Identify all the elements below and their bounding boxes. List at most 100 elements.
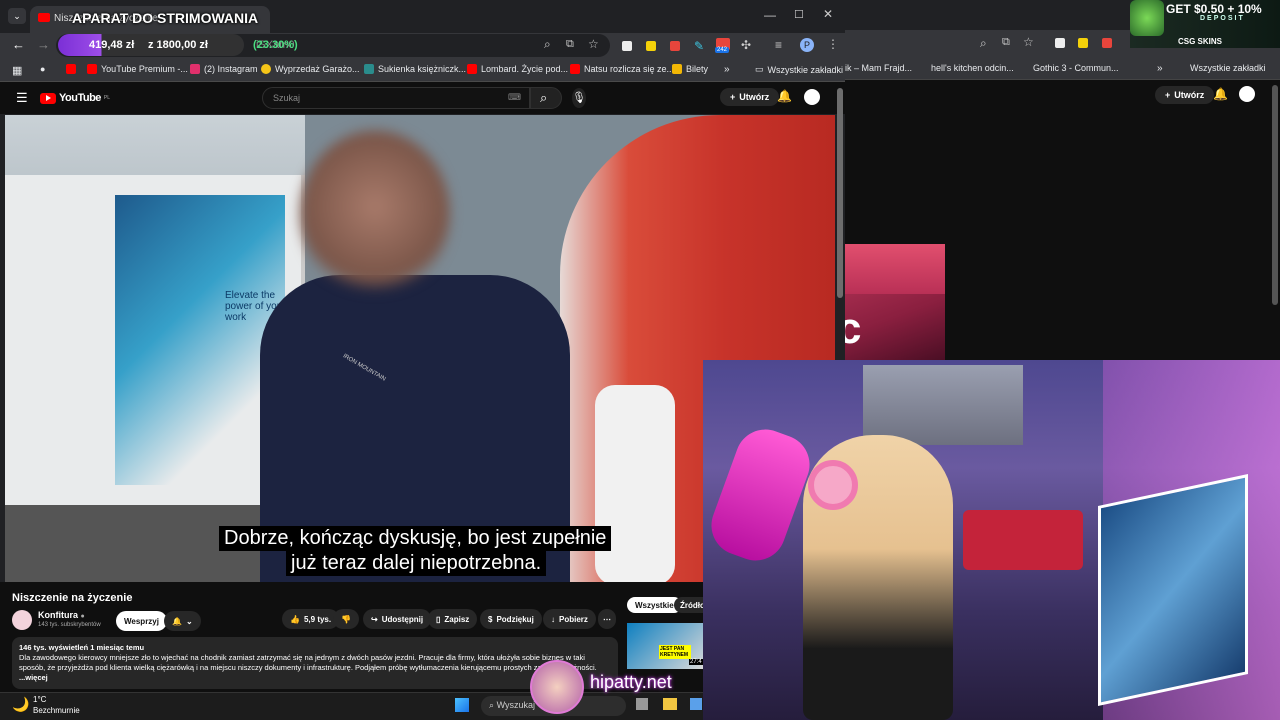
- search-button[interactable]: ⌕: [530, 87, 562, 109]
- bg-scrollbar[interactable]: [1272, 85, 1278, 305]
- bookmark-label: Sukienka księżniczk...: [378, 64, 467, 74]
- zoom-icon[interactable]: ⌕: [544, 37, 551, 52]
- app-icon[interactable]: [690, 698, 702, 710]
- more-actions-button[interactable]: ⋯: [598, 609, 616, 629]
- menu-icon[interactable]: ⋮: [827, 37, 839, 51]
- share-label: Udostępnij: [381, 614, 424, 624]
- verified-icon: ●: [80, 613, 85, 620]
- dislike-button[interactable]: 👎: [333, 609, 359, 629]
- bell-icon[interactable]: 🔔: [777, 89, 792, 103]
- extension-icon[interactable]: [1055, 38, 1065, 48]
- install-icon[interactable]: ⧉: [566, 38, 574, 51]
- more-link[interactable]: ...więcej: [19, 673, 611, 683]
- profile-avatar[interactable]: P: [800, 38, 814, 52]
- weather-icon[interactable]: 🌙: [12, 696, 29, 713]
- blurred-face: [300, 130, 450, 300]
- temperature: 1°C: [33, 695, 47, 704]
- download-label: Pobierz: [559, 614, 588, 624]
- install-icon[interactable]: ⧉: [1002, 36, 1010, 49]
- like-button[interactable]: 👍 5,9 tys.: [282, 609, 340, 629]
- download-icon: ↓: [551, 614, 555, 624]
- extension-icon[interactable]: [1078, 38, 1088, 48]
- page-scrollbar[interactable]: [837, 88, 843, 298]
- apps-icon[interactable]: ▦: [12, 64, 22, 77]
- forward-icon[interactable]: →: [37, 37, 50, 52]
- chevron-right-icon[interactable]: »: [1157, 63, 1163, 74]
- webcam-feed: [703, 360, 1280, 720]
- star-icon[interactable]: ☆: [588, 37, 599, 51]
- keyboard-icon[interactable]: ⌨: [508, 92, 521, 103]
- suggested-video-thumbnail[interactable]: JEST PAN KRETYNEM 27:4: [627, 623, 703, 669]
- youtube-logo[interactable]: YouTube PL: [40, 92, 110, 104]
- bookmark-favicon-icon: [364, 64, 374, 74]
- task-view-icon[interactable]: [636, 698, 648, 710]
- description-box[interactable]: 146 tys. wyświetleń 1 miesiąc temu Dla z…: [12, 637, 618, 689]
- extension-icon[interactable]: [670, 41, 680, 51]
- red-sofa: [963, 510, 1083, 570]
- zoom-icon[interactable]: ⌕: [980, 36, 987, 51]
- avatar[interactable]: [804, 89, 820, 105]
- search-input[interactable]: Szukaj ⌨: [262, 87, 530, 109]
- extension-icon[interactable]: [646, 41, 656, 51]
- media-icon[interactable]: ≡: [775, 38, 782, 52]
- chevron-down-icon: ⌄: [185, 616, 193, 626]
- thanks-button[interactable]: $ Podziękuj: [480, 609, 542, 629]
- maximize-icon[interactable]: ☐: [794, 8, 804, 21]
- extension-icon[interactable]: [622, 41, 632, 51]
- cat-ear-headphones: [808, 460, 858, 510]
- channel-avatar[interactable]: [12, 610, 32, 630]
- bell-icon[interactable]: 🔔: [1213, 87, 1228, 101]
- bookmark-item[interactable]: Bilety: [672, 64, 708, 74]
- share-button[interactable]: ↪ Udostępnij: [363, 609, 432, 629]
- bookmark-item[interactable]: [66, 64, 76, 74]
- extension-badge: 242: [715, 47, 730, 53]
- notifications-button[interactable]: 🔔 ⌄: [164, 611, 201, 631]
- extension-icon[interactable]: [1102, 38, 1112, 48]
- avatar[interactable]: [1239, 86, 1255, 102]
- minimize-icon[interactable]: —: [764, 8, 776, 22]
- star-icon[interactable]: ☆: [1023, 35, 1034, 49]
- bg-bookmark[interactable]: hell's kitchen odcin...: [931, 63, 1014, 73]
- folder-icon: ▭: [755, 64, 764, 74]
- bg-bookmark[interactable]: Gothic 3 - Commun...: [1033, 63, 1119, 73]
- bookmark-label: (2) Instagram: [204, 64, 258, 74]
- puzzle-icon[interactable]: ✣: [741, 38, 751, 52]
- download-button[interactable]: ↓ Pobierz: [543, 609, 596, 629]
- support-button[interactable]: Wesprzyj: [116, 611, 167, 631]
- create-button[interactable]: + Utwórz: [720, 88, 780, 106]
- file-explorer-icon[interactable]: [663, 698, 677, 710]
- youtube-header: ☰ YouTube PL Szukaj ⌨ ⌕ 🎙 + Utwórz 🔔: [0, 82, 845, 114]
- bookmark-item[interactable]: (2) Instagram: [190, 64, 258, 74]
- bg-video-thumbnail[interactable]: c hits: [845, 244, 945, 360]
- translate-icon[interactable]: ✎: [694, 39, 704, 53]
- bg-all-bookmarks[interactable]: Wszystkie zakładki: [1190, 63, 1266, 73]
- close-icon[interactable]: ✕: [823, 7, 833, 21]
- bookmark-item[interactable]: Sukienka księżniczk...: [364, 64, 466, 74]
- thumbs-up-icon: 👍: [290, 614, 300, 624]
- thanks-label: Podziękuj: [496, 614, 534, 624]
- microphone-icon[interactable]: 🎙: [572, 88, 586, 108]
- tab-search-button[interactable]: ⌄: [8, 8, 26, 24]
- create-label: Utwórz: [739, 92, 770, 102]
- bookmark-item[interactable]: Wyprzedaż Garażo...: [261, 64, 359, 74]
- back-icon[interactable]: ←: [12, 37, 25, 52]
- github-icon[interactable]: ●: [40, 64, 45, 74]
- bg-bookmark[interactable]: ik – Mam Frajd...: [845, 63, 912, 73]
- bg-create-button[interactable]: + Utwórz: [1155, 86, 1215, 104]
- chevron-right-icon[interactable]: »: [724, 64, 730, 75]
- description-text: Dla zawodowego kierowcy mniejsze zło to …: [19, 653, 597, 672]
- subtitle-line-2: już teraz dalej niepotrzebna.: [286, 551, 547, 576]
- wall-poster: [863, 365, 1023, 445]
- sponsor-banner[interactable]: GET $0.50 + 10% DEPOSIT CSG SKINS: [1130, 0, 1280, 48]
- search-placeholder: Szukaj: [273, 93, 301, 103]
- channel-name[interactable]: Konfitura ●: [38, 610, 85, 620]
- bookmark-item[interactable]: Natsu rozlicza się ze...: [570, 64, 674, 74]
- windows-start-icon[interactable]: [455, 698, 469, 712]
- bg-bookmarks-bar: ik – Mam Frajd... hell's kitchen odcin..…: [845, 58, 1280, 80]
- save-button[interactable]: ▯ Zapisz: [428, 609, 478, 629]
- progress-target: z 1800,00 zł: [148, 39, 208, 51]
- hamburger-menu-icon[interactable]: ☰: [16, 90, 28, 106]
- bookmark-item[interactable]: YouTube Premium -...: [87, 64, 188, 74]
- bookmark-item[interactable]: Lombard. Życie pod...: [467, 64, 568, 74]
- all-bookmarks[interactable]: ▭ Wszystkie zakładki: [755, 64, 843, 75]
